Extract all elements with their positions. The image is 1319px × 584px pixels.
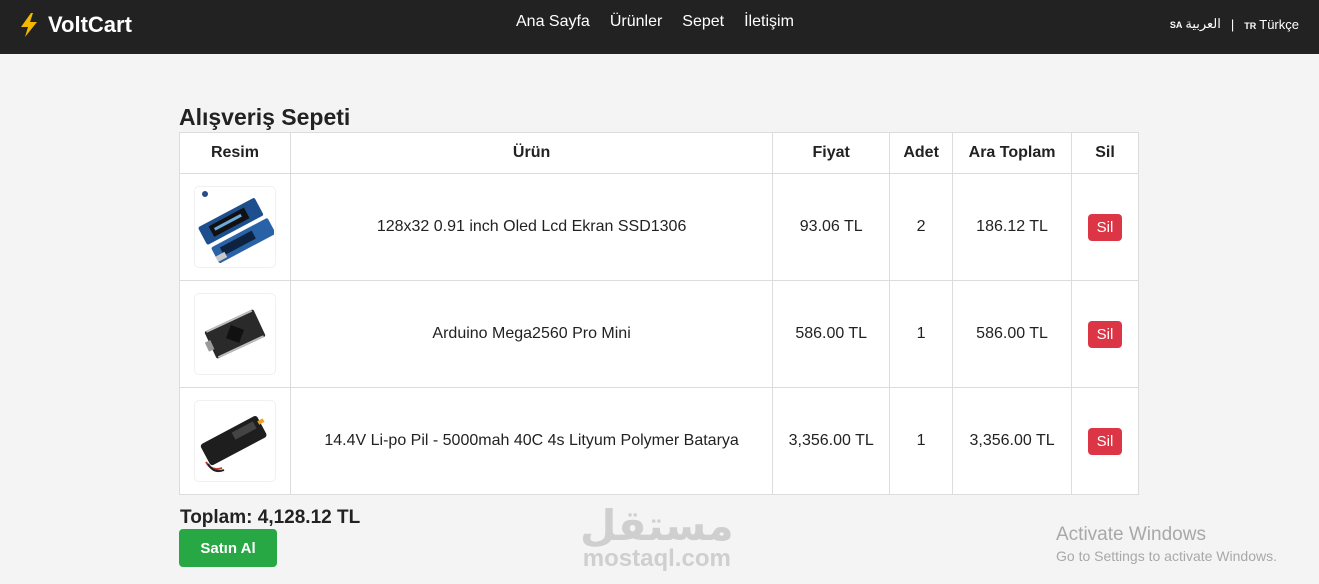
delete-button[interactable]: Sil [1087, 213, 1123, 241]
header-subtotal: Ara Toplam [952, 132, 1073, 174]
header-price: Fiyat [772, 132, 891, 174]
delete-button[interactable]: Sil [1087, 427, 1123, 455]
product-subtotal: 3,356.00 TL [952, 387, 1073, 495]
page-title: Alışveriş Sepeti [179, 104, 351, 130]
product-price: 93.06 TL [772, 173, 891, 281]
header-quantity: Adet [889, 132, 954, 174]
product-quantity: 1 [889, 280, 954, 388]
watermark-latin: mostaql.com [582, 545, 731, 572]
lang-separator: | [1230, 16, 1235, 32]
brand-logo[interactable]: VoltCart [18, 10, 132, 40]
product-quantity: 2 [889, 173, 954, 281]
checkout-button[interactable]: Satın Al [179, 529, 277, 567]
cart-table: Resim Ürün Fiyat Adet Ara Toplam Sil 128… [179, 132, 1139, 495]
product-name: Arduino Mega2560 Pro Mini [289, 280, 774, 388]
product-image-cell [179, 387, 291, 495]
top-navbar: VoltCart Ana Sayfa Ürünler Sepet İletişi… [0, 0, 1319, 54]
table-row: Arduino Mega2560 Pro Mini 586.00 TL 1 58… [179, 280, 1139, 388]
lightning-bolt-icon [21, 13, 37, 37]
activation-subtitle: Go to Settings to activate Windows. [1056, 548, 1277, 564]
lang-turkish-code: TR [1244, 20, 1257, 31]
windows-activation-notice: Activate Windows Go to Settings to activ… [1056, 524, 1277, 564]
nav-home[interactable]: Ana Sayfa [516, 13, 590, 31]
product-image-cell [179, 173, 291, 281]
activation-title: Activate Windows [1056, 524, 1206, 545]
delete-cell: Sil [1071, 173, 1139, 281]
delete-cell: Sil [1071, 387, 1139, 495]
product-subtotal: 586.00 TL [952, 280, 1073, 388]
header-product: Ürün [289, 132, 774, 174]
product-name: 14.4V Li-po Pil - 5000mah 40C 4s Lityum … [289, 387, 774, 495]
nav-products[interactable]: Ürünler [610, 13, 662, 31]
product-price: 3,356.00 TL [772, 387, 891, 495]
lang-turkish[interactable]: TR Türkçe [1244, 17, 1299, 32]
table-header-row: Resim Ürün Fiyat Adet Ara Toplam Sil [179, 132, 1139, 174]
header-image: Resim [179, 132, 291, 174]
lang-turkish-label: Türkçe [1259, 16, 1299, 32]
delete-cell: Sil [1071, 280, 1139, 388]
lang-arabic[interactable]: SA العربية [1170, 16, 1221, 32]
table-row: 128x32 0.91 inch Oled Lcd Ekran SSD1306 … [179, 173, 1139, 281]
product-image-cell [179, 280, 291, 388]
product-quantity: 1 [889, 387, 954, 495]
lang-arabic-code: SA [1169, 20, 1183, 30]
nav-cart[interactable]: Sepet [682, 13, 724, 31]
header-delete: Sil [1071, 132, 1139, 174]
cart-total: Toplam: 4,128.12 TL [180, 507, 361, 528]
lang-arabic-label: العربية [1185, 16, 1221, 31]
oled-display-icon [194, 187, 275, 267]
lipo-battery-icon [194, 401, 275, 481]
product-price: 586.00 TL [772, 280, 891, 388]
site-watermark: مستقل mostaql.com [580, 501, 734, 572]
brand-name: VoltCart [48, 12, 132, 37]
language-switcher: SA العربية | TR Türkçe [1170, 16, 1299, 32]
main-nav: Ana Sayfa Ürünler Sepet İletişim [516, 13, 794, 31]
product-name: 128x32 0.91 inch Oled Lcd Ekran SSD1306 [289, 173, 774, 281]
arduino-board-icon [194, 294, 275, 374]
delete-button[interactable]: Sil [1087, 320, 1123, 348]
watermark-arabic: مستقل [580, 501, 734, 550]
table-row: 14.4V Li-po Pil - 5000mah 40C 4s Lityum … [179, 387, 1139, 495]
product-subtotal: 186.12 TL [952, 173, 1073, 281]
nav-contact[interactable]: İletişim [744, 13, 794, 31]
